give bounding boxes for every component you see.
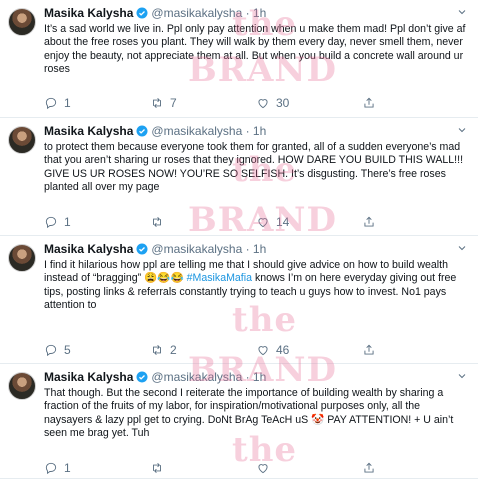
share-button[interactable] [362, 96, 382, 110]
author-handle-time: @masikakalysha · 1h [151, 6, 267, 20]
verified-badge-icon [136, 7, 148, 19]
tweet-3[interactable]: Masika Kalysha @masikakalysha · 1h I fin… [0, 236, 478, 364]
tweet-header: Masika Kalysha @masikakalysha · 1h [44, 4, 470, 22]
tweet-text: That though. But the second I reiterate … [44, 387, 454, 440]
tweet-2[interactable]: Masika Kalysha @masikakalysha · 1h to pr… [0, 118, 478, 236]
tweet-actions: 5 2 46 [44, 342, 464, 358]
reply-count: 1 [64, 461, 71, 475]
avatar[interactable] [8, 244, 36, 272]
retweet-icon [153, 463, 161, 473]
like-button[interactable]: 30 [256, 96, 289, 110]
like-button[interactable] [256, 461, 276, 475]
share-button[interactable] [362, 215, 382, 229]
tweet-header: Masika Kalysha @masikakalysha · 1h [44, 368, 470, 386]
share-button[interactable] [362, 343, 382, 357]
like-count: 30 [276, 96, 290, 110]
share-icon [364, 344, 374, 355]
tweet-header: Masika Kalysha @masikakalysha · 1h [44, 122, 470, 140]
reply-count: 1 [64, 96, 71, 110]
reply-button[interactable]: 1 [44, 215, 71, 229]
reply-button[interactable]: 5 [44, 343, 71, 357]
hashtag-link[interactable]: #MasikaMafia [187, 272, 252, 284]
reply-icon [45, 462, 57, 475]
verified-badge-icon [136, 243, 148, 255]
retweet-icon [153, 345, 161, 355]
retweet-icon [153, 217, 161, 227]
retweet-count: 7 [170, 96, 177, 110]
heart-icon [258, 464, 268, 474]
tweet-actions: 1 [44, 460, 464, 476]
like-count: 46 [276, 343, 290, 357]
heart-icon [258, 346, 268, 356]
heart-icon [258, 99, 268, 109]
author-name[interactable]: Masika Kalysha [44, 370, 133, 384]
verified-badge-icon [136, 371, 148, 383]
author-name[interactable]: Masika Kalysha [44, 6, 133, 20]
author-handle-time: @masikakalysha · 1h [151, 124, 267, 138]
tweet-text: to protect them because everyone took th… [44, 141, 464, 194]
retweet-button[interactable]: 7 [150, 96, 177, 110]
like-button[interactable]: 46 [256, 343, 289, 357]
tweet-text: I find it hilarious how ppl are telling … [44, 259, 470, 313]
tweet-actions: 1 7 30 [44, 95, 464, 111]
like-button[interactable]: 14 [256, 215, 289, 229]
tweet-4[interactable]: Masika Kalysha @masikakalysha · 1h That … [0, 364, 478, 479]
author-handle-time: @masikakalysha · 1h [151, 242, 267, 256]
reply-button[interactable]: 1 [44, 461, 71, 475]
reply-icon [45, 97, 57, 110]
share-icon [364, 97, 374, 108]
retweet-button[interactable] [150, 461, 170, 475]
chevron-down-icon[interactable] [456, 6, 468, 18]
avatar[interactable] [8, 8, 36, 36]
reply-count: 1 [64, 215, 71, 229]
retweet-count: 2 [170, 343, 177, 357]
reply-count: 5 [64, 343, 71, 357]
chevron-down-icon[interactable] [456, 370, 468, 382]
share-icon [364, 462, 374, 473]
like-count: 14 [276, 215, 290, 229]
avatar[interactable] [8, 126, 36, 154]
retweet-button[interactable] [150, 215, 170, 229]
author-name[interactable]: Masika Kalysha [44, 242, 133, 256]
reply-icon [45, 216, 57, 229]
heart-icon [258, 218, 268, 228]
tweet-text: It’s a sad world we live in. Ppl only pa… [44, 23, 466, 76]
tweet-header: Masika Kalysha @masikakalysha · 1h [44, 240, 470, 258]
avatar[interactable] [8, 372, 36, 400]
share-button[interactable] [362, 461, 382, 475]
reply-button[interactable]: 1 [44, 96, 71, 110]
reply-icon [45, 344, 57, 357]
chevron-down-icon[interactable] [456, 124, 468, 136]
tweet-actions: 1 14 [44, 214, 464, 230]
verified-badge-icon [136, 125, 148, 137]
author-handle-time: @masikakalysha · 1h [151, 370, 267, 384]
share-icon [364, 216, 374, 227]
chevron-down-icon[interactable] [456, 242, 468, 254]
author-name[interactable]: Masika Kalysha [44, 124, 133, 138]
tweet-1[interactable]: Masika Kalysha @masikakalysha · 1h It’s … [0, 0, 478, 118]
retweet-icon [153, 98, 161, 108]
retweet-button[interactable]: 2 [150, 343, 177, 357]
